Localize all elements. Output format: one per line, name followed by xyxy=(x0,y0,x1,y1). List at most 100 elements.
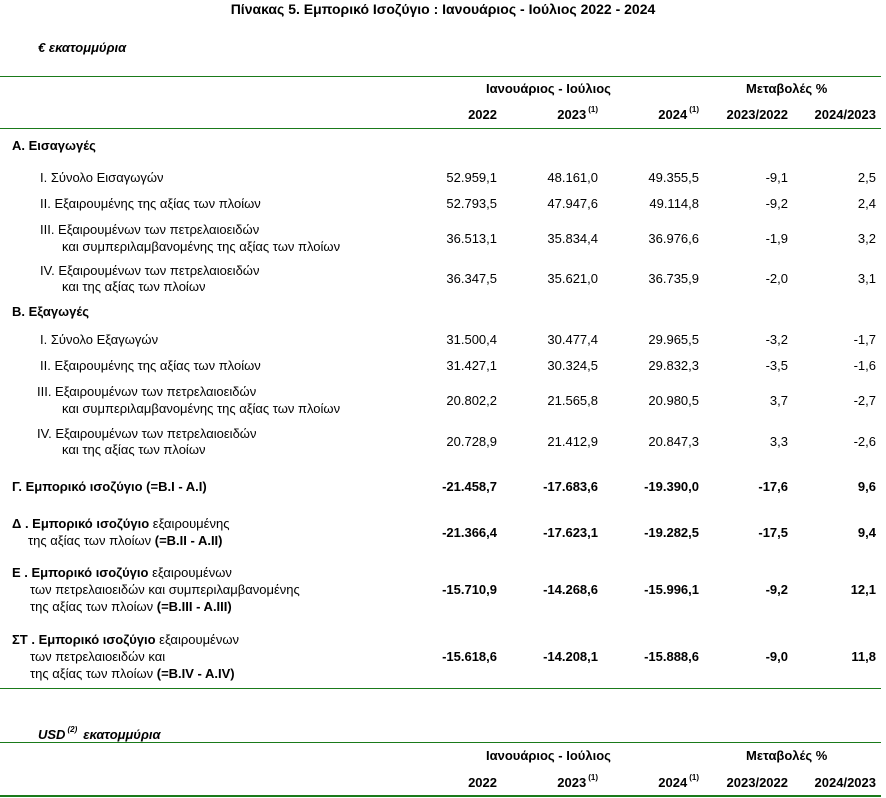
cell-2023: -17.623,1 xyxy=(543,525,598,540)
balance-formula: (=B.III - A.III) xyxy=(156,599,232,614)
table-title: Πίνακας 5. Εμπορικό Ισοζύγιο : Ιανουάριο… xyxy=(230,1,656,17)
cell-change-1: -3,2 xyxy=(765,332,788,347)
header-change-2024-2023: 2024/2023 xyxy=(814,775,876,790)
cell-change-2: 12,1 xyxy=(850,582,876,597)
row-label: II. Εξαιρουμένης της αξίας των πλοίων xyxy=(40,196,261,211)
header-2023-label: 2023 xyxy=(557,107,587,122)
balance-label-cont: της αξίας των πλοίων (=B.III - A.III) xyxy=(30,599,232,615)
row-label: IV. Εξαιρουμένων των πετρελαιοειδών xyxy=(37,426,257,441)
unit-label: € εκατομμύρια xyxy=(38,40,127,55)
cell-2022: 31.427,1 xyxy=(446,358,497,373)
cell-change-2: 9,4 xyxy=(857,525,876,540)
balance-formula: (=B.IV - A.IV) xyxy=(156,666,235,681)
cell-2023: 47.947,6 xyxy=(547,196,598,211)
cell-change-2: -1,7 xyxy=(853,332,876,347)
balance-label-text: της αξίας των πλοίων xyxy=(30,666,157,681)
cell-2024: 29.832,3 xyxy=(648,358,699,373)
cell-2024: 49.355,5 xyxy=(648,170,699,185)
cell-change-1: -9,0 xyxy=(765,649,788,664)
cell-2023: 35.834,4 xyxy=(547,231,598,246)
header-2023: 2023 (1) xyxy=(520,773,598,790)
row-label: II. Εξαιρουμένης της αξίας των πλοίων xyxy=(40,358,261,373)
balance-label: Γ. Εμπορικό ισοζύγιο (=B.I - A.I) xyxy=(12,479,207,495)
cell-2023: -17.683,6 xyxy=(543,479,598,494)
cell-2022: 31.500,4 xyxy=(446,332,497,347)
cell-2022: -15.618,6 xyxy=(442,649,497,664)
balance-label-cont: της αξίας των πλοίων (=B.II - A.II) xyxy=(28,533,223,549)
header-period: Ιανουάριος - Ιούλιος xyxy=(486,81,611,96)
balance-label: Ε . Εμπορικό ισοζύγιο εξαιρουμένων xyxy=(12,565,232,581)
cell-change-2: -2,7 xyxy=(853,393,876,408)
balance-label: ΣΤ . Εμπορικό ισοζύγιο εξαιρουμένων xyxy=(12,632,239,648)
unit-scale: εκατομμύρια xyxy=(83,727,161,742)
cell-2022: 52.959,1 xyxy=(446,170,497,185)
rule-bottom xyxy=(0,688,881,689)
balance-label-text: εξαιρουμένων xyxy=(155,632,239,647)
row-label: I. Σύνολο Εισαγωγών xyxy=(40,170,164,185)
header-2023: 2023 (1) xyxy=(520,105,598,122)
balance-label: Δ . Εμπορικό ισοζύγιο εξαιρουμένης xyxy=(12,516,229,532)
cell-2023: 35.621,0 xyxy=(547,271,598,286)
cell-2024: 20.847,3 xyxy=(648,434,699,449)
cell-2023: 30.477,4 xyxy=(547,332,598,347)
cell-2023: -14.208,1 xyxy=(543,649,598,664)
cell-2023: 30.324,5 xyxy=(547,358,598,373)
cell-2023: 48.161,0 xyxy=(547,170,598,185)
unit-currency: USD xyxy=(38,727,66,742)
balance-formula: (=B.II - A.II) xyxy=(154,533,223,548)
rule-header-2 xyxy=(0,795,881,797)
row-label: IV. Εξαιρουμένων των πετρελαιοειδών xyxy=(40,263,260,278)
balance-label-text: της αξίας των πλοίων xyxy=(30,599,157,614)
cell-change-1: -9,2 xyxy=(765,196,788,211)
balance-label-bold: ΣΤ . Εμπορικό ισοζύγιο xyxy=(12,632,156,647)
rule-top-2 xyxy=(0,742,881,743)
footnote-marker: (1) xyxy=(588,105,598,114)
header-2022: 2022 xyxy=(468,775,497,790)
cell-change-1: -17,6 xyxy=(758,479,788,494)
cell-2023: 21.565,8 xyxy=(547,393,598,408)
balance-label-cont: των πετρελαιοειδών και συμπεριλαμβανομέν… xyxy=(30,582,300,597)
row-label: III. Εξαιρουμένων των πετρελαιοειδών xyxy=(37,384,257,399)
balance-label-bold: Γ. Εμπορικό ισοζύγιο (=B.I - A.I) xyxy=(12,479,207,494)
header-change-2023-2022: 2023/2022 xyxy=(726,775,788,790)
cell-2022: -15.710,9 xyxy=(442,582,497,597)
cell-2024: 29.965,5 xyxy=(648,332,699,347)
cell-change-1: -3,5 xyxy=(765,358,788,373)
cell-change-1: 3,3 xyxy=(769,434,788,449)
balance-label-cont: των πετρελαιοειδών και xyxy=(30,649,166,664)
cell-change-1: -2,0 xyxy=(765,271,788,286)
exports-heading: Β. Εξαγωγές xyxy=(12,304,89,319)
cell-2022: 20.802,2 xyxy=(446,393,497,408)
cell-change-2: -2,6 xyxy=(853,434,876,449)
cell-change-1: -1,9 xyxy=(765,231,788,246)
cell-2022: -21.458,7 xyxy=(442,479,497,494)
header-change-2023-2022: 2023/2022 xyxy=(726,107,788,122)
header-2023-label: 2023 xyxy=(557,775,587,790)
header-period: Ιανουάριος - Ιούλιος xyxy=(486,748,611,763)
cell-2023: 21.412,9 xyxy=(547,434,598,449)
cell-2023: -14.268,6 xyxy=(543,582,598,597)
row-label-cont: και της αξίας των πλοίων xyxy=(62,279,206,294)
header-changes: Μεταβολές % xyxy=(746,81,828,96)
footnote-marker: (1) xyxy=(689,773,699,782)
header-2024: 2024 (1) xyxy=(620,105,699,122)
cell-2022: 36.347,5 xyxy=(446,271,497,286)
cell-2022: -21.366,4 xyxy=(442,525,497,540)
header-change-2024-2023: 2024/2023 xyxy=(814,107,876,122)
row-label-cont: και της αξίας των πλοίων xyxy=(62,442,206,457)
header-2022: 2022 xyxy=(468,107,497,122)
row-label: III. Εξαιρουμένων των πετρελαιοειδών xyxy=(40,222,260,237)
header-changes: Μεταβολές % xyxy=(746,748,828,763)
imports-heading: Α. Εισαγωγές xyxy=(12,138,96,153)
cell-2022: 52.793,5 xyxy=(446,196,497,211)
unit-label-usd: USD (2) εκατομμύρια xyxy=(38,725,161,742)
balance-label-text: εξαιρουμένων xyxy=(148,565,232,580)
cell-change-1: -9,2 xyxy=(765,582,788,597)
cell-change-1: 3,7 xyxy=(769,393,788,408)
cell-change-2: 2,5 xyxy=(857,170,876,185)
cell-change-2: 3,1 xyxy=(857,271,876,286)
balance-label-text: εξαιρουμένης xyxy=(149,516,230,531)
row-label: I. Σύνολο Εξαγωγών xyxy=(40,332,159,347)
footnote-marker: (1) xyxy=(588,773,598,782)
header-2024-label: 2024 xyxy=(658,107,688,122)
